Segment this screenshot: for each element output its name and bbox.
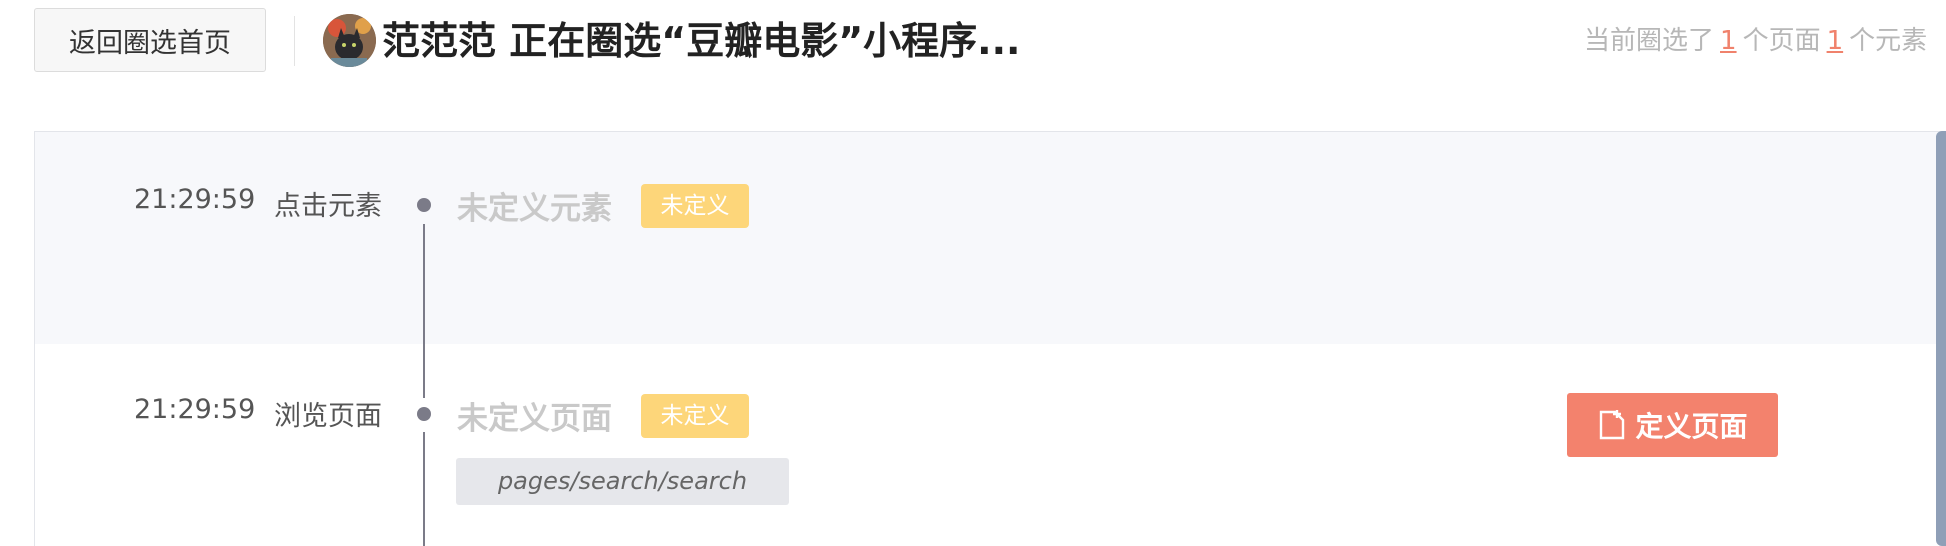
element-name: 未定义元素 (457, 191, 612, 227)
timeline-line (423, 224, 425, 344)
event-row[interactable]: 21:29:59 点击元素 未定义元素 未定义 (35, 132, 1946, 344)
summary-suffix: 个元素 (1849, 26, 1928, 56)
timeline-dot (417, 407, 431, 421)
add-page-icon (1597, 408, 1627, 442)
event-timeline-panel: 21:29:59 点击元素 未定义元素 未定义 21:29:59 浏览页面 未定… (34, 131, 1946, 546)
page-count[interactable]: 1 (1714, 26, 1743, 56)
event-time: 21:29:59 (134, 394, 256, 425)
define-page-label: 定义页面 (1635, 410, 1748, 443)
element-count[interactable]: 1 (1821, 26, 1850, 56)
timeline-line (423, 344, 425, 398)
vertical-scrollbar[interactable] (1936, 131, 1946, 546)
user-avatar (323, 14, 376, 67)
event-type: 浏览页面 (274, 401, 382, 432)
undefined-badge: 未定义 (641, 394, 749, 438)
timeline-dot (417, 198, 431, 212)
summary-mid: 个页面 (1742, 26, 1821, 56)
timeline-line (423, 432, 425, 546)
page-name: 未定义页面 (457, 401, 612, 437)
selection-summary: 当前圈选了 1 个页面 1 个元素 (1584, 20, 1927, 62)
back-to-home-button[interactable]: 返回圈选首页 (34, 8, 266, 72)
page-title: 范范范 正在圈选“豆瓣电影”小程序... (382, 19, 1021, 63)
event-time: 21:29:59 (134, 184, 256, 215)
page-path-chip: pages/search/search (456, 458, 789, 505)
define-page-button[interactable]: 定义页面 (1567, 393, 1778, 457)
circle-select-page: 返回圈选首页 范范范 正在圈选“豆瓣电影”小程序... 当前圈选了 1 个页面 1 个元… (0, 0, 1946, 546)
avatar-image-icon (323, 14, 376, 67)
summary-prefix: 当前圈选了 (1584, 26, 1715, 56)
event-type: 点击元素 (274, 191, 382, 222)
undefined-badge: 未定义 (641, 184, 749, 228)
header-divider (294, 16, 295, 66)
